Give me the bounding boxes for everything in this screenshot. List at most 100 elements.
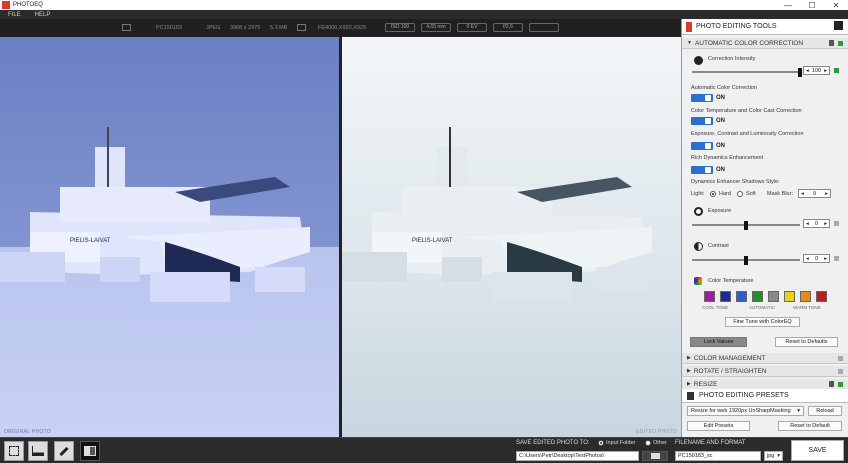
- input-folder-radio[interactable]: [598, 440, 604, 446]
- dropdown-arrow-icon: ▾: [777, 453, 780, 459]
- slider-thumb[interactable]: [798, 67, 802, 77]
- status-indicator: [838, 41, 843, 46]
- expand-arrow-icon: ▶: [687, 381, 691, 387]
- dropdown-arrow-icon: ▾: [797, 408, 800, 414]
- slider-thumb[interactable]: [744, 220, 748, 230]
- contrast-icon: [694, 242, 703, 251]
- save-path-input[interactable]: C:\Users\Petr\Desktop\TestPhotos\: [516, 451, 639, 461]
- hard-label: Hard: [719, 191, 731, 197]
- histogram-button[interactable]: [28, 441, 48, 461]
- light-label: Light:: [691, 191, 705, 197]
- preset-select[interactable]: Resize for web 1920px UnSharpMasking ▾: [687, 406, 804, 416]
- reset-defaults-button[interactable]: Reset to Defaults: [775, 337, 838, 347]
- slider-thumb[interactable]: [744, 255, 748, 265]
- edit-presets-button[interactable]: Edit Presets: [687, 421, 750, 431]
- automatic-label: AUTOMATIC: [749, 305, 776, 310]
- exposure-slider[interactable]: [692, 220, 800, 230]
- warm-tone-label: WARM TONE: [793, 305, 821, 310]
- crop-tool-button[interactable]: [4, 441, 24, 461]
- presets-header: PHOTO EDITING PRESETS: [682, 389, 848, 403]
- color-swatch[interactable]: [800, 291, 811, 302]
- contrast-label: Contrast: [708, 243, 729, 249]
- exposure-corr-toggle[interactable]: [691, 142, 713, 150]
- intensity-icon: [694, 56, 703, 65]
- app-window: PHOTOEQ — ☐ ✕ FILE HELP PC150183 JPEG 39…: [0, 0, 848, 463]
- camera-model-icon: [297, 24, 306, 31]
- color-swatch[interactable]: [752, 291, 763, 302]
- exposure-corr-label: Exposure, Contrast and Luminosity Correc…: [691, 131, 804, 137]
- panel-menu-icon[interactable]: [834, 21, 843, 30]
- exposure-spinner[interactable]: ◂ 0 ▸: [803, 219, 830, 228]
- minimize-button[interactable]: —: [776, 0, 800, 10]
- info-dimensions: 3968 x 2976: [230, 25, 261, 31]
- contrast-slider[interactable]: [692, 255, 800, 265]
- menu-file[interactable]: FILE: [8, 12, 21, 18]
- info-format: JPEG: [206, 25, 221, 31]
- color-swatch[interactable]: [720, 291, 731, 302]
- browse-folder-button[interactable]: [642, 451, 668, 461]
- reload-button[interactable]: Reload: [808, 406, 842, 416]
- tools-icon: [686, 21, 692, 32]
- save-to-title: SAVE EDITED PHOTO TO:: [516, 440, 590, 446]
- color-swatch[interactable]: [736, 291, 747, 302]
- auto-color-toggle[interactable]: [691, 94, 713, 102]
- other-radio[interactable]: [645, 440, 651, 446]
- expand-arrow-icon: ▶: [687, 355, 691, 361]
- exposure-indicator: [834, 221, 839, 226]
- color-swatch[interactable]: [784, 291, 795, 302]
- contrast-indicator: [834, 256, 839, 261]
- svg-text:PIELIS-LAIVAT: PIELIS-LAIVAT: [412, 238, 453, 244]
- hard-radio[interactable]: [710, 191, 716, 197]
- section-color-management[interactable]: ▶ COLOR MANAGEMENT: [682, 353, 848, 364]
- lock-icon[interactable]: [829, 40, 834, 46]
- histogram-icon: [32, 446, 44, 456]
- title-bar: PHOTOEQ — ☐ ✕: [0, 0, 848, 10]
- color-swatch[interactable]: [768, 291, 779, 302]
- edited-photo[interactable]: PIELIS-LAIVAT EDITED PHOTO: [342, 37, 681, 437]
- color-swatch[interactable]: [816, 291, 827, 302]
- rich-dyn-label: Rich Dynamics Enhancement: [691, 155, 764, 161]
- intensity-value: 100: [811, 67, 822, 74]
- color-swatch[interactable]: [704, 291, 715, 302]
- mask-blur-spinner[interactable]: ◂ 9 ▸: [798, 189, 831, 198]
- expand-arrow-icon: ▶: [687, 368, 691, 374]
- correction-intensity-spinner[interactable]: ◂ 100 ▸: [803, 66, 830, 75]
- maximize-button[interactable]: ☐: [800, 0, 824, 10]
- section-auto-color[interactable]: ▼ AUTOMATIC COLOR CORRECTION: [682, 38, 848, 49]
- window-title: PHOTOEQ: [13, 2, 43, 8]
- rich-dyn-toggle[interactable]: [691, 166, 713, 174]
- photo-compare-area: PIELIS-LAIVAT ORIGINAL PHOTO PIELIS-LAIV…: [0, 37, 681, 437]
- format-select[interactable]: jpg ▾: [764, 451, 783, 461]
- preset-selected: Resize for web 1920px UnSharpMasking: [691, 408, 791, 414]
- app-logo-icon: [2, 1, 10, 9]
- other-label: Other: [653, 440, 667, 446]
- exposure-label: Exposure: [708, 208, 732, 214]
- contrast-spinner[interactable]: ◂ 0 ▸: [803, 254, 830, 263]
- info-camera: FE4000,X920,X925: [318, 25, 367, 31]
- edited-photo-label: EDITED PHOTO: [635, 429, 677, 435]
- filename-input[interactable]: PC150183_sc: [675, 451, 761, 461]
- picker-button[interactable]: [54, 441, 74, 461]
- lock-icon[interactable]: [829, 381, 834, 387]
- menu-help[interactable]: HELP: [35, 12, 51, 18]
- original-photo[interactable]: PIELIS-LAIVAT ORIGINAL PHOTO: [0, 37, 339, 437]
- eyedropper-icon: [59, 446, 69, 456]
- temp-cast-toggle[interactable]: [691, 117, 713, 125]
- compare-view-button[interactable]: [80, 441, 100, 461]
- reset-default-button[interactable]: Reset to Default: [778, 421, 842, 431]
- info-aperture: f/2,6: [493, 23, 523, 32]
- menu-bar: FILE HELP: [0, 10, 848, 19]
- save-button[interactable]: SAVE: [791, 440, 844, 461]
- correction-intensity-slider[interactable]: [692, 67, 802, 77]
- section-rotate[interactable]: ▶ ROTATE / STRAIGHTEN: [682, 366, 848, 377]
- close-button[interactable]: ✕: [824, 0, 848, 10]
- intensity-indicator: [834, 68, 839, 73]
- bottom-bar: SAVE EDITED PHOTO TO: Input Folder Other…: [0, 437, 848, 463]
- lock-values-button[interactable]: Lock Values: [690, 337, 747, 347]
- soft-radio[interactable]: [737, 191, 743, 197]
- section-resize-label: RESIZE: [693, 380, 718, 388]
- split-view-icon: [84, 446, 96, 456]
- fine-tune-button[interactable]: Fine Tune with ColorEQ: [725, 317, 800, 327]
- info-ev: 0 EV: [457, 23, 487, 32]
- contrast-value: 0: [814, 255, 819, 262]
